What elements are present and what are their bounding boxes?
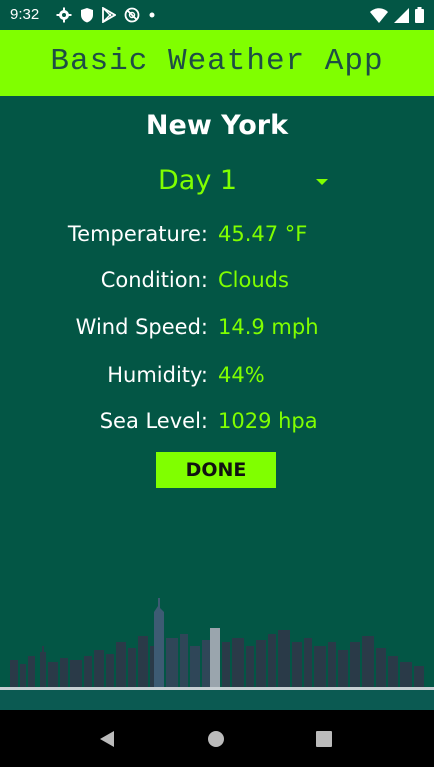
day-selector[interactable]: Day 1 — [150, 163, 340, 203]
day-selector-value: Day 1 — [158, 165, 238, 196]
condition-row: Condition: Clouds — [0, 268, 434, 298]
back-icon[interactable] — [98, 730, 116, 752]
recents-icon[interactable] — [316, 731, 332, 751]
sea-level-row: Sea Level: 1029 hpa — [0, 409, 434, 439]
app-bar: Basic Weather App — [0, 30, 434, 96]
wind-speed-label: Wind Speed: — [75, 315, 208, 339]
temperature-label: Temperature: — [67, 222, 208, 246]
dropdown-arrow-icon — [316, 179, 328, 185]
dot-icon — [148, 7, 156, 27]
navigation-bar — [0, 710, 434, 767]
city-skyline-image — [0, 598, 434, 710]
temperature-row: Temperature: 45.47 °F — [0, 222, 434, 252]
humidity-label: Humidity: — [107, 363, 208, 387]
city-name: New York — [145, 110, 289, 141]
done-button[interactable]: DONE — [156, 452, 276, 488]
status-icons-left — [56, 6, 156, 27]
shield-icon — [80, 7, 94, 27]
condition-label: Condition: — [100, 268, 208, 292]
humidity-row: Humidity: 44% — [0, 363, 434, 393]
status-time: 9:32 — [10, 6, 40, 23]
wind-speed-row: Wind Speed: 14.9 mph — [0, 315, 434, 345]
home-icon[interactable] — [207, 730, 225, 752]
status-bar: 9:32 — [0, 0, 434, 30]
status-icons-right — [370, 7, 424, 27]
wind-speed-value: 14.9 mph — [218, 315, 319, 339]
no-sync-icon — [124, 7, 140, 27]
play-store-icon — [102, 6, 117, 27]
app-title: Basic Weather App — [50, 44, 384, 79]
signal-icon — [394, 7, 409, 27]
sea-level-label: Sea Level: — [99, 409, 208, 433]
wifi-icon — [370, 7, 388, 27]
condition-value: Clouds — [218, 268, 289, 292]
sea-level-value: 1029 hpa — [218, 409, 318, 433]
temperature-value: 45.47 °F — [218, 222, 308, 246]
humidity-value: 44% — [218, 363, 265, 387]
battery-icon — [415, 7, 424, 27]
settings-icon — [56, 7, 72, 27]
